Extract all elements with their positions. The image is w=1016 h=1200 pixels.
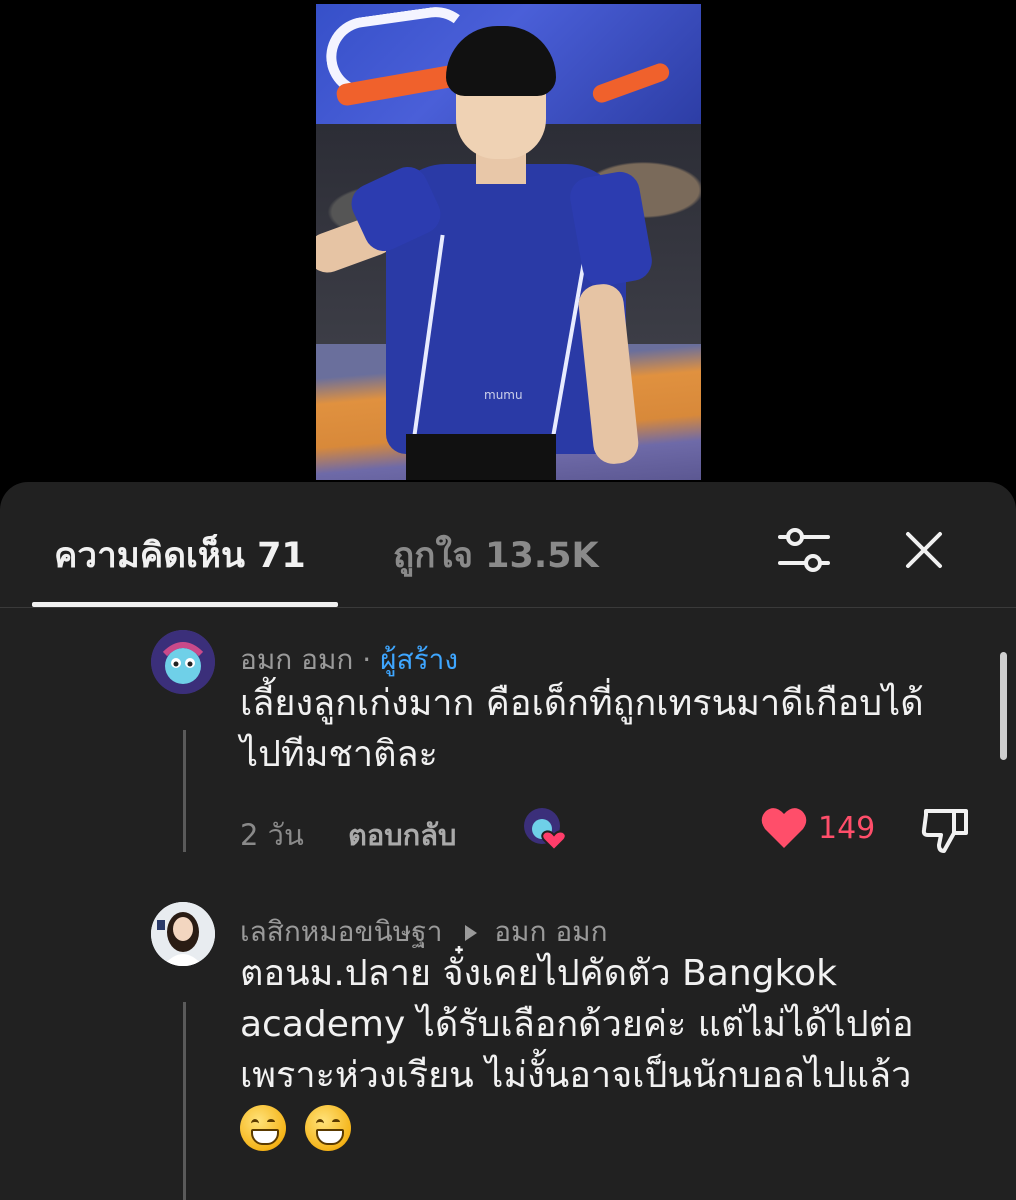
comment-text: เลี้ยงลูกเก่งมาก คือเด็กที่ถูกเทรนมาดีเก… bbox=[240, 678, 990, 780]
like-count: 149 bbox=[818, 811, 876, 846]
thumbs-down-icon[interactable] bbox=[920, 805, 972, 855]
comment-text-line: academy ได้รับเลือกด้วยค่ะ แต่ไม่ได้ไปต่… bbox=[240, 1004, 914, 1045]
reply-to-author[interactable]: อมก อมก bbox=[494, 915, 607, 948]
comments-sheet: ความคิดเห็น 71 ถูกใจ 13.5K อมก อมก · ผู้… bbox=[0, 482, 1016, 1200]
video-area[interactable]: mumu bbox=[0, 0, 1016, 482]
thread-line bbox=[183, 1002, 186, 1200]
tab-comments[interactable]: ความคิดเห็น 71 bbox=[54, 528, 306, 583]
heart-icon[interactable] bbox=[760, 805, 808, 851]
sheet-tabs: ความคิดเห็น 71 ถูกใจ 13.5K bbox=[0, 482, 1016, 608]
grinning-face-icon bbox=[305, 1105, 352, 1151]
tab-likes[interactable]: ถูกใจ 13.5K bbox=[393, 528, 599, 583]
comment-time: 2 วัน bbox=[240, 818, 304, 852]
comment-text-line: เลี้ยงลูกเก่งมาก คือเด็กที่ถูกเทรนมาดีเก… bbox=[240, 683, 924, 724]
creator-heart-icon bbox=[522, 804, 572, 854]
comment-header: อมก อมก · ผู้สร้าง bbox=[240, 638, 458, 682]
video-watermark: mumu bbox=[484, 388, 523, 402]
comment-text-line: ตอนม.ปลาย จั๋งเคยไปคัดตัว Bangkok bbox=[240, 953, 837, 994]
grinning-face-icon bbox=[240, 1105, 286, 1151]
close-icon[interactable] bbox=[894, 520, 954, 580]
emoji-row: 😁😁 bbox=[240, 1101, 1000, 1155]
active-tab-indicator bbox=[32, 602, 338, 607]
comment-author[interactable]: เลสิกหมอขนิษฐา bbox=[240, 915, 442, 948]
scrollbar[interactable] bbox=[1000, 652, 1007, 760]
comment-text-line: ไปทีมชาติละ bbox=[240, 734, 438, 775]
comment-text: ตอนม.ปลาย จั๋งเคยไปคัดตัว Bangkok academ… bbox=[240, 948, 1000, 1155]
sliders-icon[interactable] bbox=[774, 520, 834, 580]
video-player[interactable]: mumu bbox=[316, 4, 701, 480]
comment-text-line: เพราะห่วงเรียน ไม่งั้นอาจเป็นนักบอลไปแล้… bbox=[240, 1055, 912, 1096]
thread-line bbox=[183, 730, 186, 852]
creator-badge: ผู้สร้าง bbox=[380, 643, 459, 676]
separator: · bbox=[362, 643, 372, 676]
avatar[interactable] bbox=[151, 902, 215, 966]
reply-button[interactable]: ตอบกลับ bbox=[348, 812, 456, 858]
avatar[interactable] bbox=[151, 630, 215, 694]
triangle-right-icon bbox=[465, 925, 478, 941]
comment-author[interactable]: อมก อมก bbox=[240, 643, 353, 676]
